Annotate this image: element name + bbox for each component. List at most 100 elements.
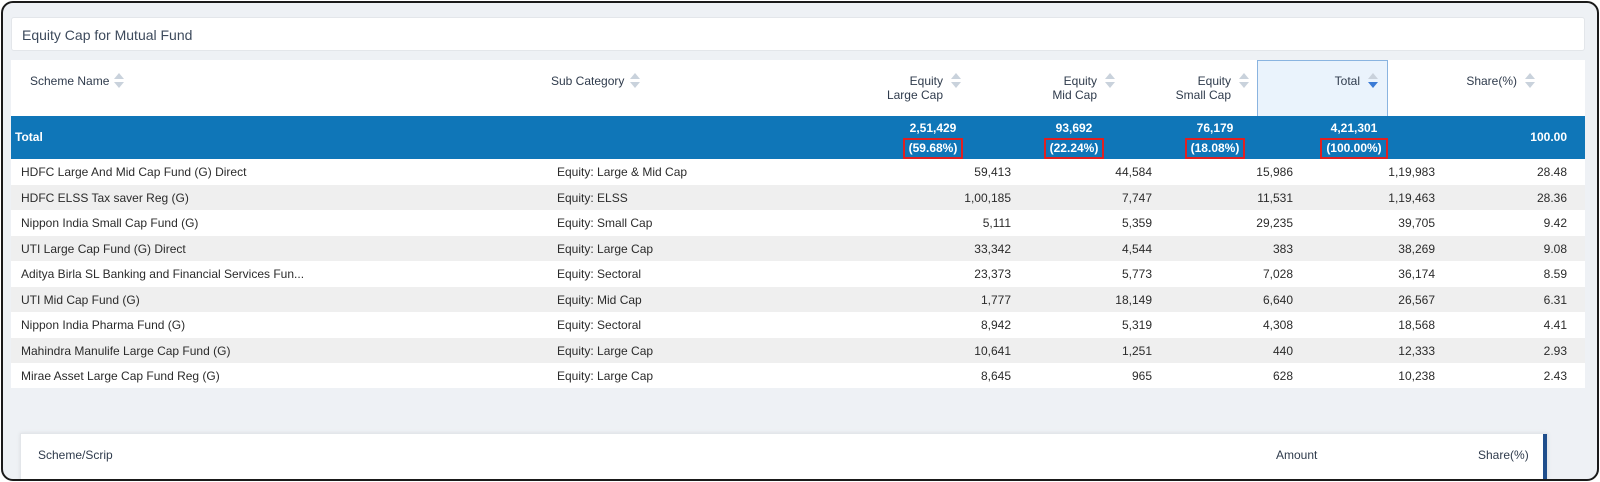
cell-total: 1,19,983 [1388, 165, 1435, 179]
total-large-pct: (59.68%) [902, 138, 964, 159]
cell-sub: Equity: Sectoral [557, 318, 642, 332]
total-mid-cap: 93,692 (22.24%) [1034, 120, 1114, 159]
cell-small: 15,986 [1256, 165, 1293, 179]
col-sub-category-label: Sub Category [551, 74, 625, 88]
table-row[interactable]: HDFC Large And Mid Cap Fund (G) Direct Eq… [11, 159, 1585, 185]
total-small-cap: 76,179 (18.08%) [1175, 120, 1255, 159]
table-header: Scheme Name Sub Category Equity Large Ca… [11, 60, 1585, 116]
cell-total: 26,567 [1398, 292, 1435, 307]
col-mid-cap[interactable]: Equity Mid Cap [1011, 60, 1115, 116]
col-mid-cap-label: Equity Mid Cap [1052, 74, 1097, 102]
cell-total: 39,705 [1398, 216, 1435, 230]
cell-small: 628 [1272, 369, 1293, 383]
cell-mid: 965 [1131, 369, 1152, 383]
cell-share: 4.41 [1543, 318, 1567, 332]
col-scheme-scrip[interactable]: Scheme/Scrip [38, 448, 113, 462]
cell-sub: Equity: Large Cap [557, 241, 654, 256]
cell-total: 10,238 [1398, 369, 1435, 383]
sort-icon[interactable] [1239, 73, 1249, 89]
cell-name[interactable]: Mirae Asset Large Cap Fund Reg (G) [21, 369, 220, 383]
cell-large: 8,645 [980, 369, 1011, 383]
cell-total: 38,269 [1398, 241, 1435, 256]
cell-mid: 18,149 [1115, 292, 1152, 307]
sort-icon[interactable] [1105, 73, 1115, 89]
cell-mid: 5,773 [1121, 267, 1152, 281]
scrollbar[interactable] [1543, 434, 1547, 479]
cell-share: 9.42 [1543, 216, 1567, 230]
table-row[interactable]: Nippon India Small Cap Fund (G) Equity: S… [11, 210, 1585, 236]
table-row[interactable]: Nippon India Pharma Fund (G) Equity: Sect… [11, 312, 1585, 338]
cell-total: 1,19,463 [1388, 190, 1435, 205]
table-row[interactable]: HDFC ELSS Tax saver Reg (G) Equity: ELSS 1… [11, 184, 1585, 210]
cell-mid: 44,584 [1115, 165, 1152, 179]
cell-mid: 4,544 [1121, 241, 1152, 256]
cell-name[interactable]: Aditya Birla SL Banking and Financial Se… [21, 267, 304, 281]
cell-name[interactable]: Nippon India Pharma Fund (G) [21, 318, 185, 332]
col-amount[interactable]: Amount [1276, 448, 1317, 462]
cell-share: 9.08 [1543, 241, 1567, 256]
col-mid-cap-line2: Mid Cap [1052, 88, 1097, 102]
col-small-cap-line1: Equity [1197, 74, 1231, 88]
equity-cap-table: Scheme Name Sub Category Equity Large Ca… [11, 60, 1585, 388]
sort-descending-icon[interactable] [1368, 73, 1378, 89]
total-total-value: 4,21,301 [1330, 121, 1378, 135]
cell-name[interactable]: Mahindra Manulife Large Cap Fund (G) [21, 344, 230, 358]
cell-name[interactable]: Nippon India Small Cap Fund (G) [21, 216, 198, 230]
table-row[interactable]: UTI Large Cap Fund (G) Direct Equity: Lar… [11, 235, 1585, 261]
col-large-cap-line2: Large Cap [886, 88, 943, 102]
cell-large: 33,342 [974, 241, 1011, 256]
app-frame: Equity Cap for Mutual Fund Scheme Name S… [1, 1, 1599, 481]
cell-total: 18,568 [1398, 318, 1435, 332]
cell-share: 2.93 [1543, 343, 1567, 358]
total-large-value: 2,51,429 [909, 121, 957, 135]
col-small-cap-label: Equity Small Cap [1176, 74, 1231, 102]
section-title-card: Equity Cap for Mutual Fund [11, 17, 1585, 51]
total-total-pct: (100.00%) [1320, 138, 1388, 159]
sort-icon[interactable] [951, 73, 961, 89]
col-small-cap[interactable]: Equity Small Cap [1151, 60, 1251, 116]
col-mid-cap-line1: Equity [1063, 74, 1097, 88]
col-large-cap[interactable]: Equity Large Cap [871, 60, 971, 116]
col-large-cap-line1: Equity [909, 74, 943, 88]
total-large-cap: 2,51,429 (59.68%) [893, 120, 973, 159]
cell-name[interactable]: UTI Large Cap Fund (G) Direct [21, 242, 186, 256]
cell-large: 23,373 [974, 267, 1011, 281]
cell-name[interactable]: HDFC Large And Mid Cap Fund (G) Direct [21, 165, 246, 179]
cell-sub: Equity: Sectoral [557, 267, 642, 281]
cell-large: 1,00,185 [964, 190, 1011, 205]
table-row[interactable]: UTI Mid Cap Fund (G) Equity: Mid Cap 1,777… [11, 286, 1585, 312]
total-total: 4,21,301 (100.00%) [1309, 120, 1399, 159]
sort-icon[interactable] [114, 73, 124, 89]
cell-name[interactable]: HDFC ELSS Tax saver Reg (G) [21, 191, 189, 205]
cell-mid: 1,251 [1121, 343, 1152, 358]
cell-share: 2.43 [1543, 369, 1567, 383]
cell-name[interactable]: UTI Mid Cap Fund (G) [21, 293, 140, 307]
col-scheme-name-label: Scheme Name [30, 74, 110, 88]
table-row[interactable]: Aditya Birla SL Banking and Financial Se… [11, 261, 1585, 287]
cell-small: 383 [1272, 241, 1293, 256]
table-row[interactable]: Mahindra Manulife Large Cap Fund (G) Equi… [11, 337, 1585, 363]
cell-small: 29,235 [1256, 216, 1293, 230]
col-total-label: Total [1334, 74, 1360, 88]
total-share: 100.00 [1530, 130, 1567, 144]
scheme-scrip-table: Scheme/Scrip Amount Share(%) [20, 433, 1548, 479]
cell-share: 8.59 [1543, 267, 1567, 281]
col-large-cap-label: Equity Large Cap [887, 74, 943, 102]
sort-icon[interactable] [630, 73, 640, 89]
cell-sub: Equity: Large & Mid Cap [557, 165, 688, 179]
cell-large: 59,413 [974, 165, 1011, 179]
col-share[interactable]: Share(%) [1411, 60, 1541, 116]
col-share-bottom[interactable]: Share(%) [1478, 448, 1529, 462]
cell-share: 28.36 [1536, 190, 1567, 205]
col-small-cap-line2: Small Cap [1175, 88, 1231, 102]
table-row[interactable]: Mirae Asset Large Cap Fund Reg (G) Equity… [11, 363, 1585, 389]
col-total[interactable]: Total [1257, 60, 1388, 116]
total-mid-pct: (22.24%) [1043, 138, 1105, 159]
col-sub-category[interactable]: Sub Category [551, 60, 751, 116]
total-small-value: 76,179 [1196, 121, 1234, 135]
col-scheme-name[interactable]: Scheme Name [11, 60, 531, 116]
cell-small: 7,028 [1262, 267, 1293, 281]
sort-icon[interactable] [1525, 73, 1535, 89]
cell-mid: 5,319 [1121, 318, 1152, 332]
cell-sub: Equity: Mid Cap [557, 292, 642, 307]
